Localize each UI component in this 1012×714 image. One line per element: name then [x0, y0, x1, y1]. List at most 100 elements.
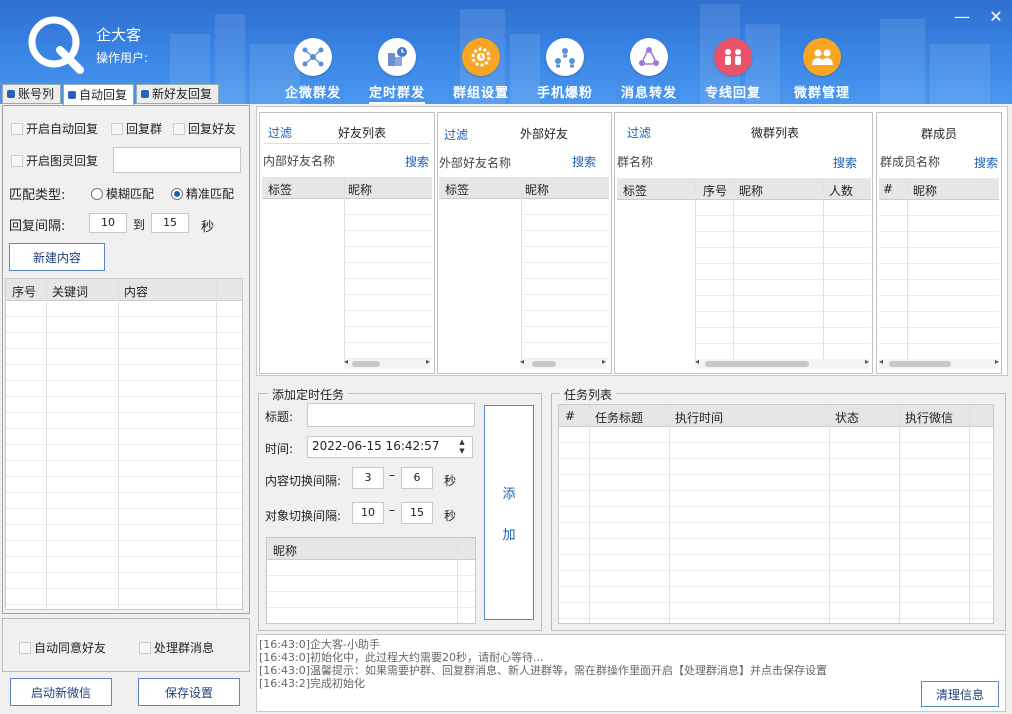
phone-fans-icon: [546, 38, 584, 76]
group-list-panel: 过滤 微群列表 群名称 搜索 标签 序号 昵称 人数 ◂ ▸: [614, 112, 873, 374]
turing-key-input[interactable]: [113, 147, 241, 173]
reply-interval-to[interactable]: 15: [151, 213, 189, 233]
col-index: 序号: [703, 184, 728, 198]
tab-dot-icon: [141, 90, 150, 98]
seconds-label: 秒: [201, 220, 215, 235]
content-interval-from[interactable]: 3: [352, 467, 384, 489]
target-interval-from[interactable]: 10: [352, 502, 384, 524]
reply-interval-from[interactable]: 10: [89, 213, 127, 233]
reply-interval-label: 回复间隔:: [9, 219, 66, 234]
col-exec-wechat: 执行微信: [905, 411, 954, 425]
add-task-title: 添加定时任务: [268, 386, 349, 403]
col-exec-time: 执行时间: [675, 411, 724, 425]
left-pane: 账号列 自动回复 新好友回复 开启自动回复 回复群 回复好友 开启图灵回复 匹配…: [0, 0, 252, 714]
group-filter-link[interactable]: 过滤: [627, 124, 651, 141]
friend-table: 标签 昵称: [262, 177, 432, 359]
to-label: 到: [133, 218, 146, 232]
minimize-button[interactable]: —: [952, 8, 972, 26]
dash-separator: –: [389, 468, 395, 482]
external-friend-name-label: 外部好友名称: [439, 156, 512, 170]
tab-accounts[interactable]: 账号列: [2, 84, 62, 104]
friend-list-title: 好友列表: [338, 126, 387, 140]
new-content-button[interactable]: 新建内容: [9, 243, 105, 271]
handle-group-msg-checkbox[interactable]: 处理群消息: [139, 639, 214, 656]
exact-match-radio[interactable]: 精准匹配: [171, 185, 234, 202]
dedicated-reply-icon: [714, 38, 752, 76]
group-manage-icon: [803, 38, 841, 76]
col-content: 内容: [124, 285, 149, 299]
friend-filter-link[interactable]: 过滤: [268, 124, 292, 141]
group-search-link[interactable]: 搜索: [833, 154, 857, 171]
start-new-wechat-button[interactable]: 启动新微信: [10, 678, 112, 706]
task-title-input[interactable]: [307, 403, 475, 427]
auto-reply-checkbox[interactable]: 开启自动回复: [11, 120, 98, 137]
friend-search-link[interactable]: 搜索: [405, 153, 429, 170]
add-task-button[interactable]: 添 加: [484, 405, 534, 620]
col-nickname: 昵称: [273, 544, 298, 558]
image-reply-checkbox[interactable]: 开启图灵回复: [11, 152, 98, 169]
group-member-name-label: 群成员名称: [880, 155, 941, 169]
task-time-label: 时间:: [265, 442, 294, 456]
col-status: 状态: [835, 411, 860, 425]
close-button[interactable]: ✕: [986, 8, 1006, 26]
nav-broadcast[interactable]: 企微群发: [273, 38, 353, 101]
left-tabs: 账号列 自动回复 新好友回复: [2, 84, 220, 106]
nav-label: 微群管理: [793, 86, 850, 101]
nav-label: 专线回复: [704, 86, 761, 101]
member-table: # 昵称: [879, 178, 999, 359]
task-time-picker[interactable]: 2022-06-15 16:42:57: [307, 436, 473, 458]
save-settings-button[interactable]: 保存设置: [138, 678, 240, 706]
schedule-icon: [378, 38, 416, 76]
member-hscroll[interactable]: ◂ ▸: [879, 357, 999, 369]
nav-message-forward[interactable]: 消息转发: [609, 38, 689, 101]
task-target-table: 昵称: [266, 537, 476, 624]
group-member-panel: 群成员 群成员名称 搜索 # 昵称 ◂ ▸: [876, 112, 1002, 374]
reply-group-checkbox[interactable]: 回复群: [111, 120, 162, 137]
auto-accept-friend-checkbox[interactable]: 自动同意好友: [19, 639, 106, 656]
reply-friend-checkbox[interactable]: 回复好友: [173, 120, 236, 137]
col-nickname: 昵称: [739, 184, 764, 198]
network-icon: [294, 38, 332, 76]
tab-new-friend-reply[interactable]: 新好友回复: [136, 84, 220, 104]
content-interval-to[interactable]: 6: [401, 467, 433, 489]
target-interval-label: 对象切换间隔:: [265, 509, 342, 523]
nav-dedicated-reply[interactable]: 专线回复: [693, 38, 773, 101]
nav-label: 定时群发: [368, 82, 425, 104]
log-panel: [16:43:0]企大客-小助手 [16:43:0]初始化中，此过程大约需要20…: [256, 634, 1006, 712]
content-interval-label: 内容切换间隔:: [265, 474, 342, 488]
external-friend-panel: 过滤 外部好友 外部好友名称 搜索 标签 昵称 ◂ ▸: [437, 112, 612, 374]
col-nickname: 昵称: [525, 183, 550, 197]
time-spin-icon[interactable]: ▲ ▼: [455, 438, 469, 456]
fuzzy-match-radio[interactable]: 模糊匹配: [91, 185, 154, 202]
nav-phone-fans[interactable]: 手机爆粉: [525, 38, 605, 101]
table-header: 序号 关键词 内容: [6, 279, 242, 301]
friend-hscroll[interactable]: ◂ ▸: [344, 357, 430, 369]
nav-group-settings[interactable]: 群组设置: [441, 38, 521, 101]
col-task-title: 任务标题: [595, 411, 644, 425]
col-keyword: 关键词: [52, 285, 89, 299]
col-nickname: 昵称: [913, 184, 938, 198]
internal-friend-name-label: 内部好友名称: [263, 154, 336, 168]
log-line: [16:43:2]完成初始化: [259, 677, 365, 690]
nav-scheduled-broadcast[interactable]: 定时群发: [357, 38, 437, 104]
external-search-link[interactable]: 搜索: [572, 153, 596, 170]
seconds-label: 秒: [444, 509, 457, 523]
group-hscroll[interactable]: ◂ ▸: [695, 357, 869, 369]
options-box: 自动同意好友 处理群消息: [2, 618, 250, 672]
col-tag: 标签: [268, 183, 293, 197]
clear-log-button[interactable]: 清理信息: [921, 681, 999, 707]
tab-dot-icon: [7, 90, 15, 98]
external-hscroll[interactable]: ◂ ▸: [520, 357, 606, 369]
col-index: #: [883, 182, 894, 196]
target-interval-to[interactable]: 15: [401, 502, 433, 524]
message-forward-icon: [630, 38, 668, 76]
member-search-link[interactable]: 搜索: [974, 154, 998, 171]
seconds-label: 秒: [444, 474, 457, 488]
external-filter-link[interactable]: 过滤: [444, 126, 468, 143]
nav-group-manage[interactable]: 微群管理: [782, 38, 862, 101]
tab-auto-reply[interactable]: 自动回复: [63, 84, 135, 106]
nav-label: 消息转发: [620, 86, 677, 101]
col-nickname: 昵称: [348, 183, 373, 197]
table-rows: [6, 301, 242, 609]
friend-list-panel: 过滤 好友列表 内部好友名称 搜索 标签 昵称 ◂ ▸: [259, 112, 435, 374]
